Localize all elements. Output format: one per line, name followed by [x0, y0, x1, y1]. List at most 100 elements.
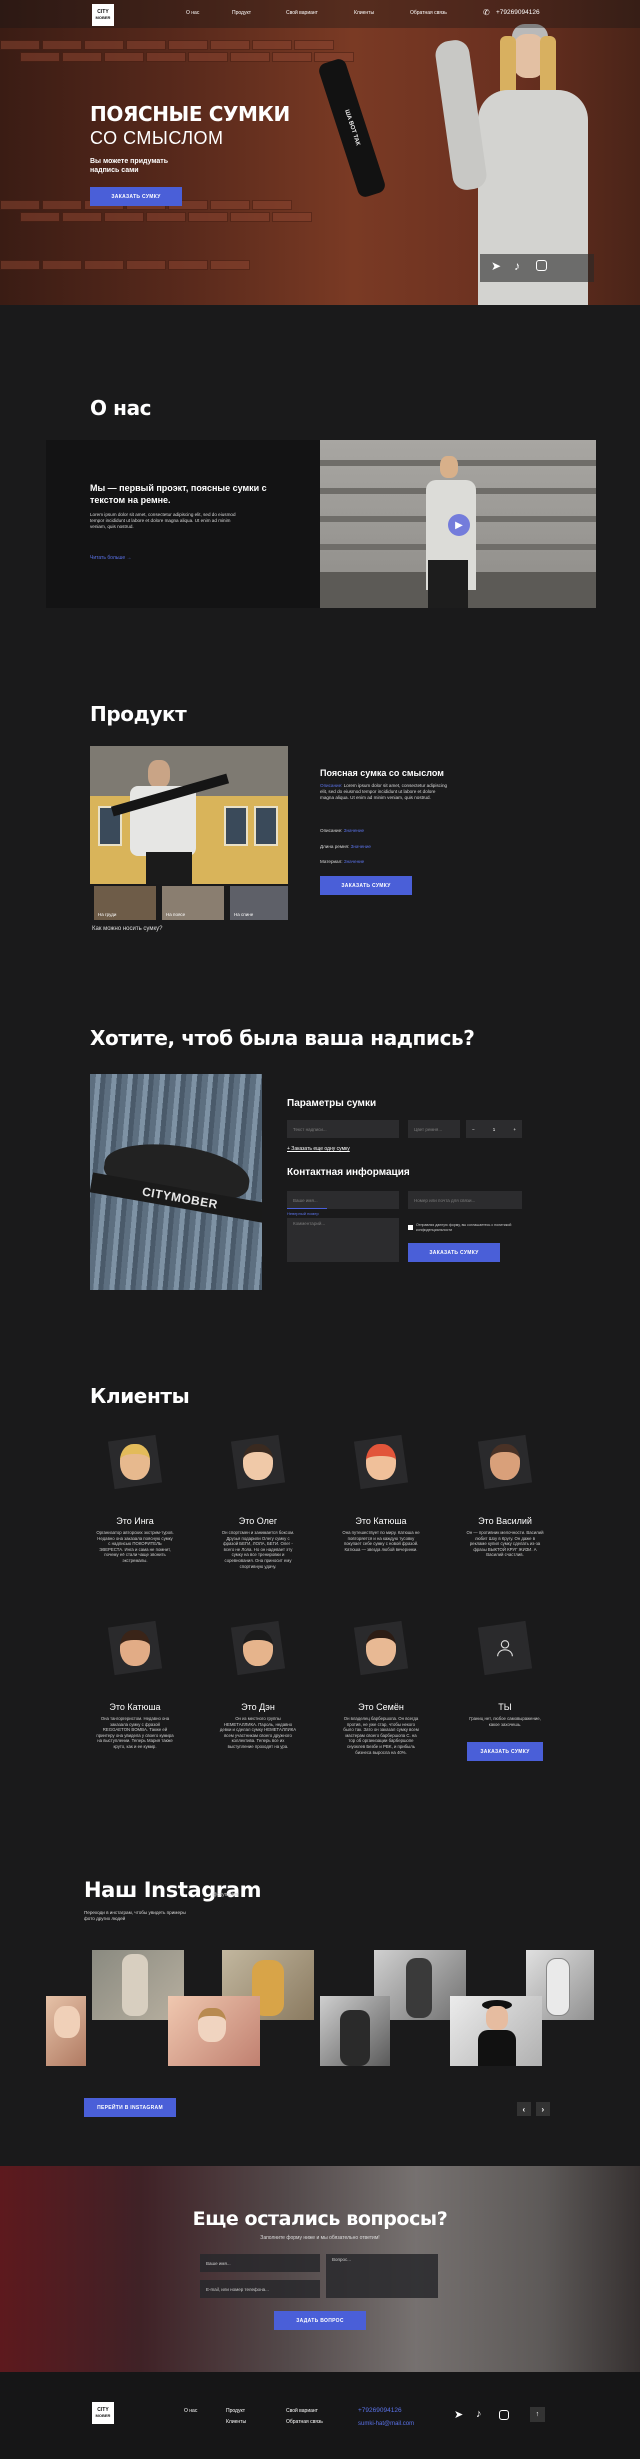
client-avatar-inga [107, 1434, 163, 1490]
client-avatar-den [230, 1620, 286, 1676]
product-prop-3: Материал: Значение [320, 859, 365, 864]
phone-icon: ✆ [483, 8, 490, 17]
footer-link-custom[interactable]: Свой вариант [286, 2408, 318, 2414]
instagram-open-button[interactable]: ПЕРЕЙТИ В INSTAGRAM [84, 2098, 176, 2117]
footer-link-product[interactable]: Продукт [226, 2408, 245, 2414]
add-bag-link[interactable]: + Заказать еще одну сумку [287, 1146, 350, 1152]
custom-heading: Хотите, чтоб была ваша надпись? [90, 1026, 475, 1050]
nav-item-product[interactable]: Продукт [232, 10, 251, 16]
client-card-den: Это Дэн Он из местного группы НЕМЕТАЛЛИК… [219, 1620, 297, 1750]
nav-phone[interactable]: +79269094126 [496, 9, 540, 16]
custom-order-button[interactable]: ЗАКАЗАТЬ СУМКУ [408, 1243, 500, 1262]
params-title: Параметры сумки [287, 1098, 377, 1109]
contact-subheading: Заполните форму ниже и мы обязательно от… [260, 2235, 380, 2241]
consent-checkbox[interactable] [408, 1225, 413, 1230]
product-thumb-chest[interactable]: На груди [94, 886, 156, 920]
footer-link-feedback[interactable]: Обратная связь [286, 2419, 323, 2425]
instagram-handle[interactable]: @citymober [212, 1892, 239, 1898]
comment-textarea[interactable]: Комментарий... [287, 1218, 399, 1262]
consent-text: Отправляя данную форму, вы соглашаетесь … [416, 1223, 512, 1232]
custom-bag-photo: CITYMOBER [90, 1074, 262, 1290]
about-video-photo[interactable]: ▶ [320, 440, 596, 608]
contact-info-title: Контактная информация [287, 1167, 410, 1178]
strap-color-select[interactable]: Цвет ремня... [408, 1120, 460, 1138]
nav-item-clients[interactable]: Клиенты [354, 10, 374, 16]
client-card-oleg: Это Олег Он спортсмен и занимается боксо… [219, 1434, 297, 1569]
clients-heading: Клиенты [90, 1384, 190, 1408]
site-logo[interactable]: CITY MOBER [92, 4, 114, 26]
carousel-prev-button[interactable]: ‹ [517, 2102, 531, 2116]
footer-instagram-icon[interactable] [499, 2410, 509, 2420]
insta-photo-8[interactable] [450, 1996, 542, 2066]
footer-telegram-icon[interactable]: ➤ [454, 2408, 463, 2421]
footer-tiktok-icon[interactable]: ♪ [476, 2408, 482, 2420]
insta-photo-5[interactable] [46, 1996, 86, 2066]
plus-icon[interactable]: + [513, 1127, 516, 1132]
product-thumb-back[interactable]: На спине [230, 886, 288, 920]
telegram-icon[interactable]: ➤ [491, 259, 501, 273]
user-placeholder-icon [477, 1620, 533, 1676]
about-title: Мы — первый проэкт, поясные сумки с текс… [90, 483, 267, 505]
about-text: Lorem ipsum dolor sit amet, consectetur … [90, 512, 236, 529]
client-avatar-vasiliy [477, 1434, 533, 1490]
insta-photo-7[interactable] [320, 1996, 390, 2066]
carousel-next-button[interactable]: › [536, 2102, 550, 2116]
hero-title-line2: СО СМЫСЛОМ [90, 128, 224, 148]
tiktok-icon[interactable]: ♪ [514, 259, 520, 273]
about-heading: О нас [90, 396, 152, 420]
hero-subtitle: Вы можете придумать надпись сами [90, 158, 169, 174]
client-card-vasiliy: Это Василий Он — противник мелочности. В… [466, 1434, 544, 1558]
client-avatar-katyusha-2 [107, 1620, 163, 1676]
product-prop-2: Длина ремня: Значение [320, 844, 371, 849]
insta-photo-6[interactable] [168, 1996, 260, 2066]
instagram-icon[interactable] [536, 260, 547, 271]
contact-question-input[interactable]: Вопрос... [326, 2254, 438, 2298]
clients-order-button[interactable]: ЗАКАЗАТЬ СУМКУ [467, 1742, 543, 1761]
client-card-katyusha-1: Это Катюша Она путешествует по миру. Кат… [342, 1434, 420, 1552]
contact-input[interactable]: Номер или почта для связи... [408, 1191, 522, 1209]
client-card-inga: Это Инга Организатор авторских экстрим-т… [96, 1434, 174, 1564]
hero-title-line1: ПОЯСНЫЕ СУМКИ [90, 102, 290, 126]
product-thumb-waist[interactable]: На поясе [162, 886, 224, 920]
footer-phone[interactable]: +79269094126 [358, 2407, 402, 2414]
footer-email[interactable]: sumki-hat@mail.com [358, 2421, 414, 2427]
client-card-semyon: Это Семён Он владелец барбершопа. Он все… [342, 1620, 420, 1755]
product-heading: Продукт [90, 702, 187, 726]
client-card-katyusha-2: Это Катюша Она тангоргеристом. Недавно о… [96, 1620, 174, 1750]
quantity-stepper[interactable]: − 1 + [466, 1120, 522, 1138]
contact-heading: Еще остались вопросы? [192, 2208, 448, 2230]
nav-item-feedback[interactable]: Обратная связь [410, 10, 447, 16]
footer-link-clients[interactable]: Клиенты [226, 2419, 246, 2425]
scroll-up-button[interactable]: ↑ [530, 2407, 545, 2422]
about-read-more-link[interactable]: Читать больше → [90, 555, 132, 561]
instagram-heading: Наш Instagram [84, 1878, 262, 1902]
hero-bag-icon: ША ВОТ ТАК [317, 57, 387, 199]
nav-item-custom[interactable]: Свой вариант [286, 10, 318, 16]
product-description: Описание: Lorem ipsum dolor sit amet, co… [320, 783, 448, 800]
nav-item-about[interactable]: О нас [186, 10, 199, 16]
hero-order-button[interactable]: ЗАКАЗАТЬ СУМКУ [90, 187, 182, 206]
ask-question-button[interactable]: ЗАДАТЬ ВОПРОС [274, 2311, 366, 2330]
name-input[interactable]: Ваше имя... [287, 1191, 399, 1209]
product-prop-1: Описание: Значение [320, 828, 365, 833]
client-avatar-semyon [353, 1620, 409, 1676]
contact-name-input[interactable]: Ваше имя... [200, 2254, 320, 2272]
footer-logo[interactable]: CITY MOBER [92, 2402, 114, 2424]
instagram-desc: Переходи в инстаграм, чтобы увидеть прим… [84, 1910, 186, 1921]
contact-email-input[interactable]: E-mail, или номер телефона... [200, 2280, 320, 2298]
name-underline-hint [287, 1208, 327, 1209]
product-title: Поясная сумка со смыслом [320, 768, 444, 778]
product-main-photo [90, 746, 288, 884]
top-nav-bar: CITY MOBER О нас Продукт Свой вариант Кли… [0, 0, 640, 28]
product-order-button[interactable]: ЗАКАЗАТЬ СУМКУ [320, 876, 412, 895]
client-avatar-katyusha-1 [353, 1434, 409, 1490]
product-caption: Как можно носить сумку? [92, 926, 163, 932]
contact-error-hint: Неверный номер [287, 1211, 319, 1216]
play-video-icon[interactable]: ▶ [448, 514, 470, 536]
client-card-you: ТЫ Границ нет, любое самовыражение, како… [466, 1620, 544, 1727]
footer-link-about[interactable]: О нас [184, 2408, 197, 2414]
minus-icon[interactable]: − [472, 1127, 475, 1132]
client-avatar-oleg [230, 1434, 286, 1490]
bag-text-input[interactable]: Текст надписи... [287, 1120, 399, 1138]
contact-section-bg [0, 2166, 640, 2372]
